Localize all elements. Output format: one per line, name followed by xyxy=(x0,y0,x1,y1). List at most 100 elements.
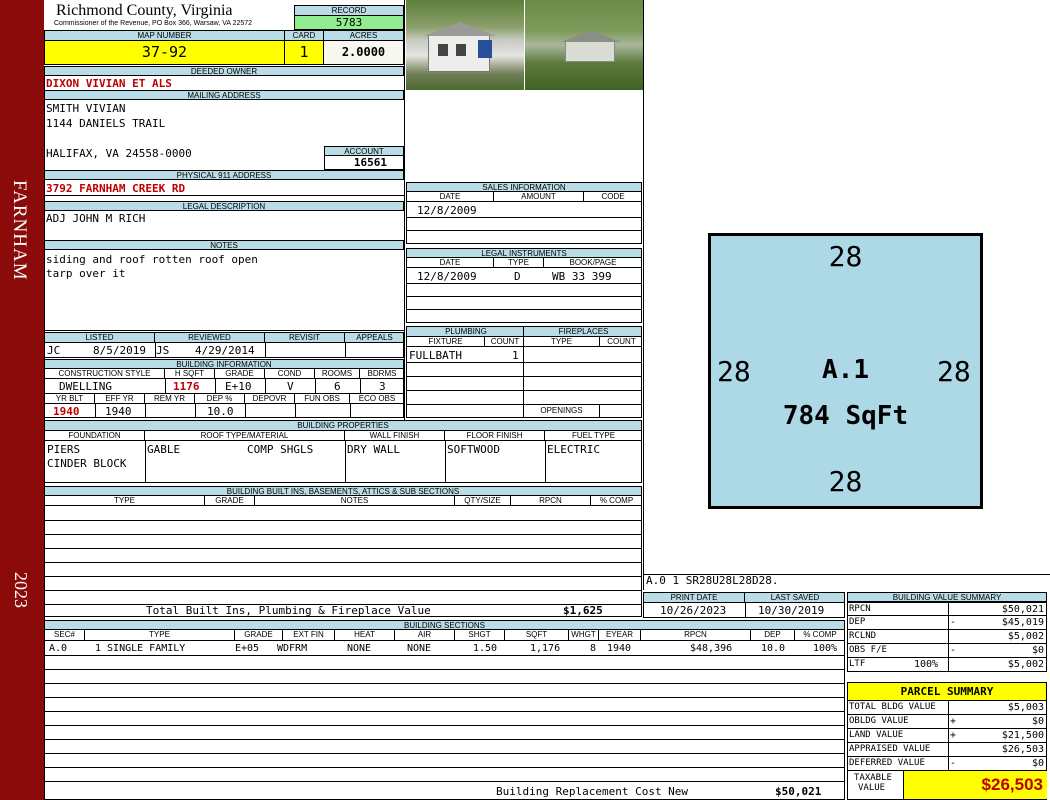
building-sketch: 28 28 28 28 A.1 784 SqFt xyxy=(708,233,983,509)
taxable-value: $26,503 xyxy=(903,771,1047,799)
tax-year: 2023 xyxy=(11,572,31,608)
map-number: 37-92 xyxy=(44,40,285,65)
fuel-type: ELECTRIC xyxy=(547,443,600,456)
record-number: 5783 xyxy=(294,15,404,30)
parcel-row-total-bldg: TOTAL BLDG VALUE $5,003 xyxy=(847,701,1047,715)
section-number: A.0 xyxy=(49,643,68,654)
notes-label: NOTES xyxy=(44,240,404,250)
parcel-row-land: LAND VALUE + $21,500 xyxy=(847,729,1047,743)
depreciation-pct: 10.0 xyxy=(207,405,234,418)
deeded-owner-label: DEEDED OWNER xyxy=(44,66,404,76)
reviewed-date: 4/29/2014 xyxy=(195,344,255,357)
summary-row-rpcn: RPCN $50,021 xyxy=(847,602,1047,616)
mailing-address-label: MAILING ADDRESS xyxy=(44,90,404,100)
section-ext-fin: WDFRM xyxy=(277,643,308,654)
parcel-summary-label: PARCEL SUMMARY xyxy=(847,682,1047,701)
year-built: 1940 xyxy=(53,405,80,418)
summary-row-obs: OBS F/E - $0 xyxy=(847,644,1047,658)
value-summary-label: BUILDING VALUE SUMMARY xyxy=(847,592,1047,602)
legal-instruments-table: DATE TYPE BOOK/PAGE 12/8/2009 D WB 33 39… xyxy=(406,257,642,323)
construction-style: DWELLING xyxy=(59,380,112,393)
print-dates: PRINT DATE LAST SAVED 10/26/2023 10/30/2… xyxy=(643,592,845,618)
sketch-section-label: A.1 xyxy=(822,355,869,385)
sketch-code-line: A.0 1 SR28U28L28D28. xyxy=(646,574,779,587)
plumbing-count: 1 xyxy=(512,349,519,362)
foundation-1: PIERS xyxy=(47,443,81,456)
floor-finish: SOFTWOOD xyxy=(447,443,500,456)
building-info-table: CONSTRUCTION STYLE H SQFT GRADE COND ROO… xyxy=(44,368,404,418)
instrument-date: 12/8/2009 xyxy=(417,270,477,283)
built-ins-total: $1,625 xyxy=(563,604,603,617)
section-air: NONE xyxy=(407,643,432,654)
mailing-line-4: HALIFAX, VA 24558-0000 xyxy=(46,147,192,160)
physical-address-label: PHYSICAL 911 ADDRESS xyxy=(44,170,404,180)
plumbing-fixture: FULLBATH xyxy=(409,349,462,362)
notes-line-2: tarp over it xyxy=(46,267,126,280)
county-title: Richmond County, Virginia xyxy=(56,2,233,19)
section-eyear: 1940 xyxy=(607,643,632,654)
sale-date: 12/8/2009 xyxy=(417,204,477,217)
sketch-bottom-dimension: 28 xyxy=(828,465,863,498)
print-date: 10/26/2023 xyxy=(660,604,727,617)
sketch-top-dimension: 28 xyxy=(828,240,863,273)
last-saved-date: 10/30/2019 xyxy=(758,604,825,617)
effective-year: 1940 xyxy=(105,405,132,418)
sketch-area: 784 SqFt xyxy=(782,401,909,431)
wall-finish: DRY WALL xyxy=(347,443,400,456)
listed-date: 8/5/2019 xyxy=(93,344,146,357)
replacement-cost: $50,021 xyxy=(775,785,822,798)
taxable-value-box: TAXABLE VALUE $26,503 xyxy=(847,771,1047,800)
summary-row-dep: DEP - $45,019 xyxy=(847,616,1047,630)
district-name: FARNHAM xyxy=(9,180,30,281)
listing-status: LISTED REVIEWED REVISIT APPEALS JC 8/5/2… xyxy=(44,332,404,358)
section-shgt: 1.50 xyxy=(473,643,498,654)
rooms-count: 6 xyxy=(334,380,341,393)
building-grade: E+10 xyxy=(225,380,252,393)
section-grade: E+05 xyxy=(235,643,260,654)
plumbing-table: PLUMBING FIXTURE COUNT FULLBATH 1 xyxy=(406,326,524,418)
listed-by: JC xyxy=(47,344,61,357)
mailing-line-2: 1144 DANIELS TRAIL xyxy=(46,117,166,130)
building-condition: V xyxy=(287,380,294,393)
instrument-type: D xyxy=(514,270,521,283)
legal-description: ADJ JOHN M RICH xyxy=(46,212,146,225)
building-properties-table: FOUNDATION ROOF TYPE/MATERIAL WALL FINIS… xyxy=(44,430,642,483)
foundation-2: CINDER BLOCK xyxy=(47,457,127,470)
instrument-bookpage: WB 33 399 xyxy=(552,270,612,283)
parcel-row-obldg: OBLDG VALUE + $0 xyxy=(847,715,1047,729)
section-heat: NONE xyxy=(347,643,372,654)
replacement-cost-label: Building Replacement Cost New xyxy=(496,785,689,798)
roof-type: GABLE xyxy=(147,443,181,456)
section-comp: 100% xyxy=(813,643,838,654)
summary-row-rclnd: RCLND $5,002 xyxy=(847,630,1047,644)
legal-description-label: LEGAL DESCRIPTION xyxy=(44,201,404,211)
account-number: 16561 xyxy=(324,155,404,170)
deeded-owner: DIXON VIVIAN ET ALS xyxy=(46,77,172,90)
section-rpcn: $48,396 xyxy=(690,643,733,654)
built-ins-total-label: Total Built Ins, Plumbing & Fireplace Va… xyxy=(146,604,431,617)
summary-row-ltf: LTF 100% $5,002 xyxy=(847,658,1047,672)
roof-material: COMP SHGLS xyxy=(247,443,314,456)
parcel-row-appraised: APPRAISED VALUE $26,503 xyxy=(847,743,1047,757)
card-number: 1 xyxy=(284,40,324,65)
property-photo-front xyxy=(406,0,524,90)
mailing-line-1: SMITH VIVIAN xyxy=(46,102,126,115)
district-sidebar: FARNHAM 2023 xyxy=(0,0,44,800)
reviewed-by: JS xyxy=(156,344,170,357)
notes-line-1: siding and roof rotten roof open xyxy=(46,253,258,266)
property-photo-side xyxy=(525,0,643,90)
heated-sqft: 1176 xyxy=(173,380,200,393)
section-type: 1 SINGLE FAMILY xyxy=(95,643,186,654)
fireplaces-table: FIREPLACES TYPE COUNT OPENINGS xyxy=(523,326,642,418)
built-ins-table: TYPE GRADE NOTES QTY/SIZE RPCN % COMP To… xyxy=(44,495,642,617)
commissioner-address: Commissioner of the Revenue, PO Box 366,… xyxy=(54,20,253,27)
section-dep: 10.0 xyxy=(761,643,786,654)
section-whgt: 8 xyxy=(590,643,597,654)
section-sqft: 1,176 xyxy=(530,643,561,654)
physical-address: 3792 FARNHAM CREEK RD xyxy=(46,182,186,195)
building-sections-table: SEC# TYPE GRADE EXT FIN HEAT AIR SHGT SQ… xyxy=(44,629,845,800)
parcel-row-deferred: DEFERRED VALUE - $0 xyxy=(847,757,1047,771)
acres-value: 2.0000 xyxy=(323,40,404,65)
sales-table: DATE AMOUNT CODE 12/8/2009 xyxy=(406,191,642,244)
bedrooms-count: 3 xyxy=(379,380,386,393)
